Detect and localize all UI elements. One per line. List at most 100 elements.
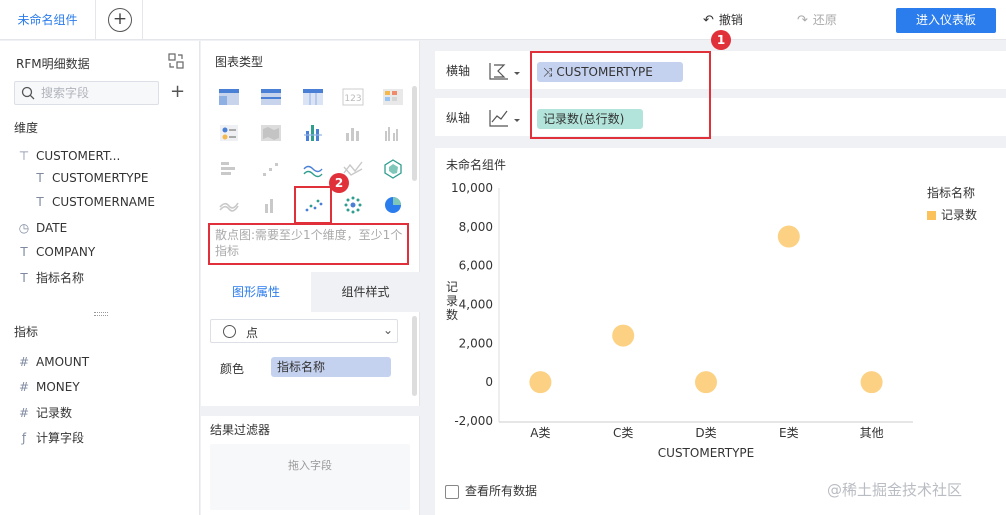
field-indicator-name[interactable]: T 指标名称: [16, 269, 84, 287]
heat-table-icon[interactable]: [381, 85, 405, 109]
scatter-chart-icon[interactable]: [294, 186, 332, 224]
y-axis-title: 数: [446, 307, 458, 322]
step-chart-icon[interactable]: [259, 157, 283, 181]
y-tick-label: 10,000: [451, 181, 493, 195]
x-tick-label: D类: [695, 426, 716, 440]
field-label: 指标名称: [36, 271, 85, 285]
bar-chart-icon[interactable]: [341, 121, 365, 145]
chart-config-panel: 图表类型 123 散点图:需要至少1个维度，至少1个指标 2 图形属性 组件样式: [201, 41, 420, 515]
text-type-icon: T: [36, 171, 44, 185]
horizontal-bar-icon[interactable]: [217, 157, 241, 181]
x-axis-label: 横轴: [446, 64, 471, 78]
table-chart-icon[interactable]: [217, 85, 241, 109]
y-axis-label: 纵轴: [446, 111, 471, 125]
add-tab-button[interactable]: +: [108, 8, 132, 32]
annotation-badge-1: 1: [711, 30, 731, 50]
x-tick-label: 其他: [860, 426, 884, 440]
field-label: DATE: [36, 221, 68, 235]
pie-chart-icon[interactable]: [381, 193, 405, 217]
annotation-badge-2: 2: [329, 173, 349, 193]
text-type-icon: T: [20, 271, 28, 285]
y-tick-label: -2,000: [454, 414, 493, 428]
field-label: COMPANY: [36, 245, 96, 259]
x-tick-label: C类: [613, 426, 633, 440]
chart-type-title: 图表类型: [215, 55, 264, 69]
chart-type-scrollbar[interactable]: [412, 86, 417, 181]
view-all-data-checkbox[interactable]: 查看所有数据: [445, 482, 537, 499]
field-customername[interactable]: T CUSTOMERNAME: [32, 195, 155, 213]
field-label: CUSTOMERTYPE: [52, 171, 149, 185]
tab-graphic-properties[interactable]: 图形属性: [201, 272, 311, 312]
radar-chart-icon[interactable]: [381, 157, 405, 181]
field-record-count[interactable]: # 记录数: [16, 404, 72, 422]
x-tick-label: E类: [779, 426, 799, 440]
add-field-button[interactable]: +: [170, 81, 185, 102]
cross-table-icon[interactable]: [301, 85, 325, 109]
legend-label: 记录数: [941, 208, 978, 222]
map-chart-icon[interactable]: [259, 121, 283, 145]
field-label: CUSTOMERNAME: [52, 195, 155, 209]
field-customertype-group[interactable]: ⊤ CUSTOMERT...: [16, 149, 121, 167]
field-label: 记录数: [36, 406, 73, 420]
y-tick-label: 0: [485, 375, 493, 389]
switch-dataset-icon[interactable]: [168, 53, 184, 69]
grouped-bar-icon[interactable]: [381, 121, 405, 145]
panel-resize-handle[interactable]: [94, 312, 108, 316]
search-input[interactable]: [41, 85, 151, 101]
undo-icon: ↶: [703, 13, 714, 28]
watermark: @稀土掘金技术社区: [827, 481, 963, 499]
field-money[interactable]: # MONEY: [16, 380, 80, 398]
scatter-point: [612, 324, 635, 347]
column-chart-icon[interactable]: [259, 193, 283, 217]
kpi-number-icon[interactable]: 123: [341, 85, 365, 109]
y-axis-title: 录: [446, 294, 458, 308]
field-label: CUSTOMERT...: [36, 149, 121, 163]
x-tick-label: A类: [530, 426, 550, 440]
y-axis-type-icon[interactable]: [487, 107, 523, 129]
redo-label: 还原: [812, 13, 837, 27]
redo-button[interactable]: ↷ 还原: [797, 11, 837, 28]
field-company[interactable]: T COMPANY: [16, 245, 95, 263]
chevron-down-icon: ⌄: [383, 323, 394, 337]
field-customertype[interactable]: T CUSTOMERTYPE: [32, 171, 148, 189]
color-field-pill[interactable]: 指标名称: [271, 357, 391, 377]
text-type-icon: T: [20, 245, 28, 259]
filter-drop-zone[interactable]: 拖入字段: [210, 444, 410, 510]
field-calculated[interactable]: ƒ 计算字段: [16, 429, 84, 447]
hash-icon: #: [18, 355, 30, 369]
x-axis-type-icon[interactable]: [487, 60, 523, 82]
annotation-axes-box: [530, 51, 711, 139]
x-axis-shelf: 横轴 ⤨ CUSTOMERTYPE: [435, 51, 1006, 89]
grouped-table-icon[interactable]: [259, 85, 283, 109]
tab-component-style[interactable]: 组件样式: [311, 272, 420, 312]
y-tick-label: 8,000: [459, 220, 493, 234]
stream-chart-icon[interactable]: [217, 193, 241, 217]
chart-title: 未命名组件: [446, 158, 507, 172]
legend-item[interactable]: 记录数: [927, 206, 977, 223]
line-chart-icon[interactable]: [301, 157, 325, 181]
checkbox-box: [445, 484, 459, 499]
shape-type-select[interactable]: 点 ⌄: [210, 319, 398, 343]
bubble-ring-icon[interactable]: [341, 193, 365, 217]
undo-button[interactable]: ↶ 撤销: [703, 11, 743, 28]
field-label: AMOUNT: [36, 355, 90, 369]
annotation-hint-box: [208, 223, 409, 265]
shape-value: 点: [246, 326, 259, 340]
enter-dashboard-button[interactable]: 进入仪表板: [896, 8, 996, 33]
properties-scrollbar[interactable]: [412, 316, 417, 396]
property-tabs: 图形属性 组件样式: [201, 272, 420, 312]
scatter-chart[interactable]: 10,000 8,000 6,000 4,000 2,000 0 -2,000 记录数 A类 C类…: [435, 178, 915, 468]
y-axis-shelf: 纵轴 记录数(总行数): [435, 98, 1006, 136]
stacked-bar-icon[interactable]: [301, 121, 325, 145]
field-panel: RFM明细数据 + 维度 ⊤ CUSTOMERT... T CUSTOMERTYPE…: [0, 41, 200, 515]
kpi-card-icon[interactable]: [217, 121, 241, 145]
tab-divider: [142, 0, 143, 40]
tab-unnamed-component[interactable]: 未命名组件: [0, 0, 96, 40]
scatter-point: [777, 225, 800, 248]
field-amount[interactable]: # AMOUNT: [16, 355, 89, 373]
scatter-point: [860, 371, 883, 394]
field-label: MONEY: [36, 380, 80, 394]
field-date[interactable]: ◷ DATE: [16, 221, 67, 239]
hash-icon: #: [18, 406, 30, 420]
svg-text:123: 123: [344, 94, 361, 104]
